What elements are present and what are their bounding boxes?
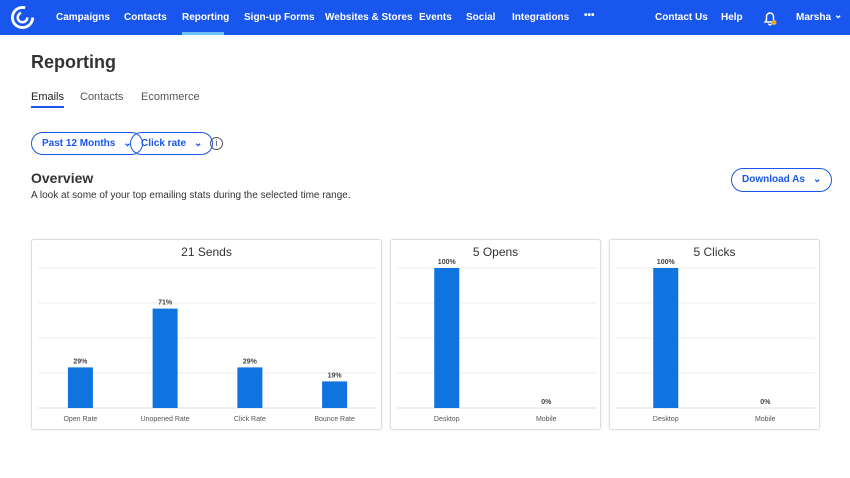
tab-contacts[interactable]: Contacts <box>80 91 123 103</box>
x-tick-label: Click Rate <box>234 416 266 423</box>
chevron-down-icon[interactable]: ⌄ <box>834 10 842 21</box>
nav-signup-forms[interactable]: Sign-up Forms <box>244 12 315 23</box>
metric-dropdown[interactable]: Click rate ⌄ <box>130 132 214 155</box>
x-tick-label: Mobile <box>536 416 557 423</box>
metric-value: Click rate <box>141 138 187 149</box>
overview-subtitle: A look at some of your top emailing stat… <box>31 190 351 201</box>
bar <box>653 268 679 408</box>
data-label: 29% <box>73 358 88 365</box>
info-icon[interactable]: i <box>210 137 223 150</box>
date-range-value: Past 12 Months <box>42 138 116 149</box>
nav-events[interactable]: Events <box>419 12 452 23</box>
chevron-down-icon: ⌄ <box>194 138 203 149</box>
page-title: Reporting <box>31 52 116 72</box>
nav-campaigns[interactable]: Campaigns <box>56 12 110 23</box>
chart-card-sends: 21 Sends 29% Open Rate 71% Unopened Rate 29% C… <box>31 239 382 430</box>
download-as-button[interactable]: Download As ⌄ <box>731 168 833 192</box>
data-label: 71% <box>158 300 173 307</box>
data-label: 0% <box>541 399 552 406</box>
user-menu[interactable]: Marsha <box>796 12 831 23</box>
chevron-down-icon: ⌄ <box>812 174 822 185</box>
data-label: 100% <box>438 259 457 266</box>
nav-social[interactable]: Social <box>466 12 495 23</box>
chart-card-clicks: 5 Clicks 100% Desktop 0% Mobile <box>609 239 820 430</box>
data-label: 100% <box>657 259 676 266</box>
overview-title: Overview <box>31 170 94 186</box>
chart-opens: 100% Desktop 0% Mobile <box>397 259 596 423</box>
active-nav-indicator <box>182 32 224 35</box>
chart-card-opens: 5 Opens 100% Desktop 0% Mobile <box>390 239 601 430</box>
bar <box>434 268 460 408</box>
x-tick-label: Bounce Rate <box>314 416 355 423</box>
chart-sends: 29% Open Rate 71% Unopened Rate 29% Click Rat… <box>38 267 377 423</box>
tab-emails[interactable]: Emails <box>31 91 65 108</box>
bar <box>152 308 178 408</box>
nav-more-button[interactable]: ••• <box>584 10 595 21</box>
x-tick-label: Desktop <box>434 416 460 423</box>
x-tick-label: Mobile <box>755 416 776 423</box>
nav-contacts[interactable]: Contacts <box>124 12 167 23</box>
date-range-dropdown[interactable]: Past 12 Months ⌄ <box>31 132 143 155</box>
nav-help[interactable]: Help <box>721 12 743 23</box>
nav-websites-stores[interactable]: Websites & Stores <box>325 12 413 23</box>
x-tick-label: Open Rate <box>63 416 97 423</box>
nav-reporting[interactable]: Reporting <box>182 12 229 23</box>
top-nav: Campaigns Contacts Reporting Sign-up For… <box>0 0 850 35</box>
data-label: 29% <box>243 358 258 365</box>
bar <box>322 381 348 408</box>
data-label: 0% <box>760 399 771 406</box>
bar <box>67 367 93 408</box>
x-tick-label: Desktop <box>653 416 679 423</box>
data-label: 19% <box>328 372 343 379</box>
tab-ecommerce[interactable]: Ecommerce <box>141 91 200 103</box>
chart-clicks: 100% Desktop 0% Mobile <box>616 259 815 423</box>
download-label: Download As <box>742 174 805 185</box>
bell-icon[interactable] <box>762 10 778 26</box>
logo-icon[interactable] <box>10 5 35 30</box>
bar <box>237 367 263 408</box>
nav-contact-us[interactable]: Contact Us <box>655 12 708 23</box>
x-tick-label: Unopened Rate <box>141 416 190 423</box>
nav-integrations[interactable]: Integrations <box>512 12 569 23</box>
